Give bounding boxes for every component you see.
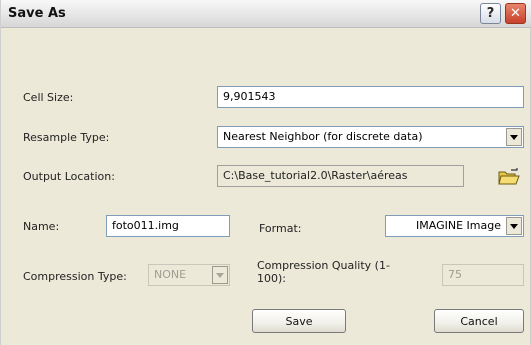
- compression-type-value: NONE: [154, 268, 187, 281]
- resample-type-value: Nearest Neighbor (for discrete data): [223, 130, 423, 143]
- compression-type-select[interactable]: NONE: [148, 264, 230, 286]
- resample-type-select[interactable]: Nearest Neighbor (for discrete data): [217, 126, 524, 148]
- cancel-button[interactable]: Cancel: [434, 309, 524, 333]
- output-location-label: Output Location:: [23, 170, 115, 183]
- cell-size-label: Cell Size:: [23, 91, 74, 104]
- title-bar[interactable]: Save As ? ✕: [1, 0, 531, 28]
- resample-type-label: Resample Type:: [23, 131, 110, 144]
- name-label: Name:: [23, 220, 60, 233]
- close-icon[interactable]: ✕: [505, 3, 526, 24]
- chevron-down-icon[interactable]: [212, 266, 228, 284]
- compression-type-label: Compression Type:: [23, 270, 127, 283]
- format-label: Format:: [259, 222, 302, 235]
- chevron-down-icon[interactable]: [506, 128, 522, 146]
- save-as-dialog: Save As ? ✕ Cell Size: 9,901543 Resample…: [0, 0, 531, 345]
- compression-quality-label: Compression Quality (1-100):: [257, 259, 390, 285]
- cell-size-input[interactable]: 9,901543: [217, 86, 524, 108]
- cell-size-value: 9,901543: [223, 90, 276, 103]
- chevron-down-icon[interactable]: [506, 217, 522, 235]
- format-select[interactable]: IMAGINE Image: [385, 215, 524, 237]
- folder-open-icon[interactable]: [497, 167, 521, 187]
- save-button[interactable]: Save: [252, 309, 346, 333]
- compression-quality-value: 75: [448, 268, 462, 281]
- help-icon[interactable]: ?: [480, 3, 501, 24]
- output-location-value: C:\Base_tutorial2.0\Raster\aéreas: [223, 169, 408, 182]
- name-input[interactable]: foto011.img: [106, 215, 230, 237]
- name-value: foto011.img: [112, 219, 179, 232]
- output-location-field[interactable]: C:\Base_tutorial2.0\Raster\aéreas: [217, 165, 464, 187]
- format-value: IMAGINE Image: [416, 219, 501, 232]
- dialog-title: Save As: [8, 6, 66, 21]
- compression-quality-input[interactable]: 75: [442, 264, 524, 286]
